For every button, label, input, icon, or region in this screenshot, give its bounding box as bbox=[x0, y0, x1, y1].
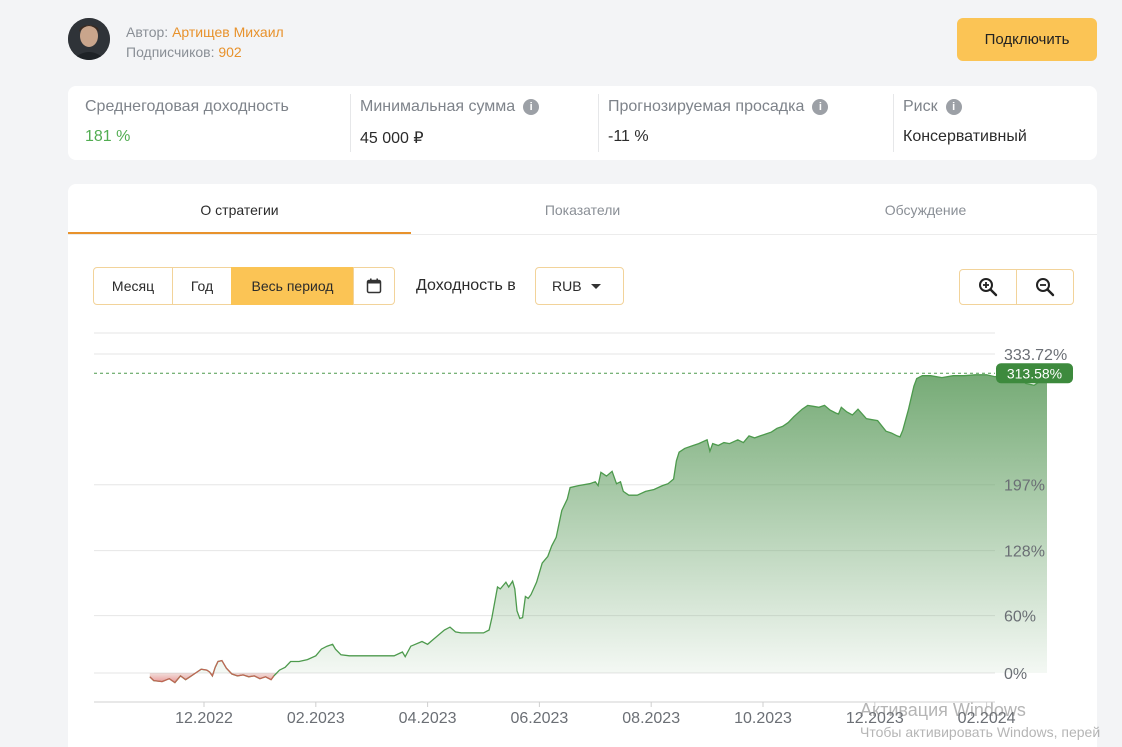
current-value-label: 313.58% bbox=[1007, 365, 1062, 381]
watermark-subtitle: Чтобы активировать Windows, перей bbox=[860, 724, 1101, 740]
x-tick-label: 12.2022 bbox=[175, 710, 233, 727]
y-tick-label: 333.72% bbox=[1004, 347, 1067, 364]
windows-activation-watermark: Активация Windows Чтобы активировать Win… bbox=[860, 700, 1100, 740]
x-tick-label: 08.2023 bbox=[622, 710, 680, 727]
yield-chart[interactable]: 0% 60% 128% 197% 333.72% 12.2022 02.2023 04.202… bbox=[0, 0, 1122, 747]
y-tick-label: 0% bbox=[1004, 666, 1027, 683]
yield-area bbox=[149, 372, 1048, 683]
x-tick-label: 02.2023 bbox=[287, 710, 345, 727]
y-tick-label: 60% bbox=[1004, 609, 1036, 626]
x-tick-label: 06.2023 bbox=[510, 710, 568, 727]
watermark-title: Активация Windows bbox=[860, 700, 1026, 720]
x-tick-label: 04.2023 bbox=[399, 710, 457, 727]
y-tick-label: 128% bbox=[1004, 544, 1045, 561]
negative-yield-area bbox=[149, 673, 280, 683]
y-tick-label: 197% bbox=[1004, 478, 1045, 495]
negative-yield-line bbox=[149, 659, 275, 684]
x-tick-label: 10.2023 bbox=[734, 710, 792, 727]
